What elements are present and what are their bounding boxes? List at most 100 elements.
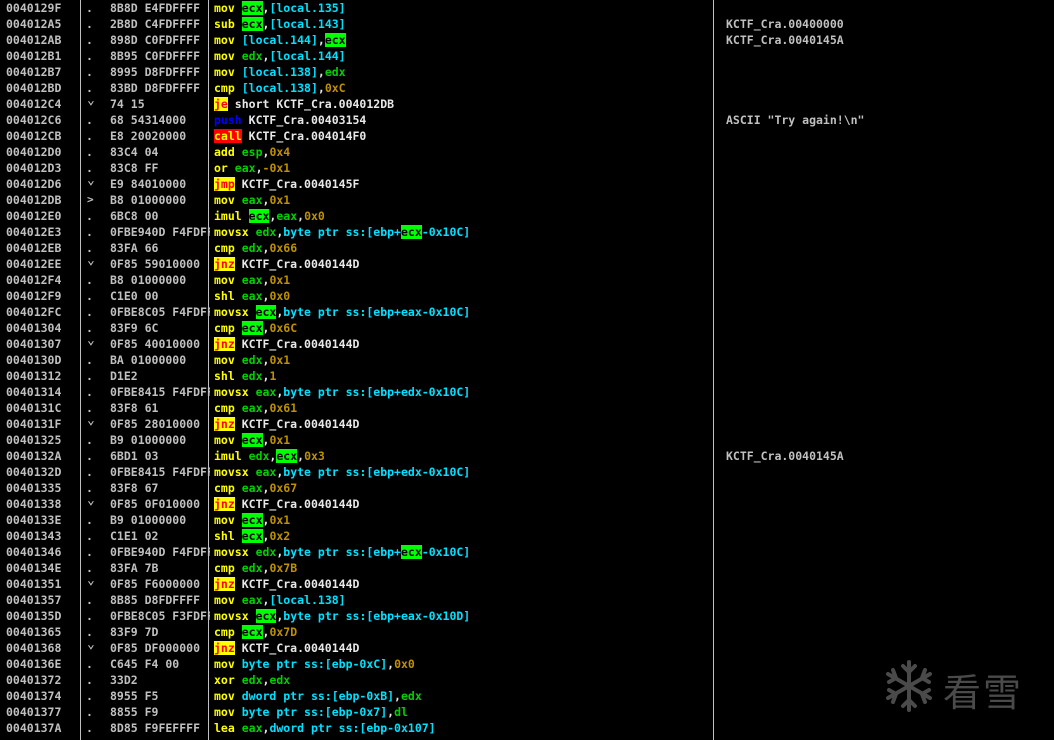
address-cell: 00401374 xyxy=(6,689,62,703)
instruction-cell: or eax,-0x1 xyxy=(214,160,290,176)
operand-space xyxy=(235,289,242,303)
mnemonic-cmp: cmp xyxy=(214,81,235,95)
disassembly-pane[interactable]: 0040129F. 8B8D E4FDFFFF mov ecx,[local.135… xyxy=(0,0,1054,740)
disassembly-row[interactable]: 004012D6 ⌄ E9 84010000 jmp KCTF_Cra.0040145… xyxy=(0,173,1054,192)
hex-bytes-cell: C645 F4 00 xyxy=(110,657,180,671)
comment-cell: KCTF_Cra.0040145A xyxy=(726,449,844,463)
address-cell: 0040134E xyxy=(6,561,62,575)
disassembly-row[interactable]: 004012E0. 6BC8 00 imul ecx,eax,0x0 xyxy=(0,208,1054,224)
operand-space xyxy=(235,81,242,95)
disassembly-row[interactable]: 0040131C. 83F8 61 cmp eax,0x61 xyxy=(0,400,1054,416)
hex-bytes-cell: C1E0 00 xyxy=(110,289,159,303)
address-cell: 00401357 xyxy=(6,593,62,607)
register-operand: eax xyxy=(234,161,256,175)
instruction-cell: movsx edx,byte ptr ss:[ebp+ecx-0x10C] xyxy=(214,544,470,560)
address-cell: 004012D0 xyxy=(6,145,62,159)
disassembly-row[interactable]: 0040130D. BA 01000000 mov edx,0x1 xyxy=(0,352,1054,368)
mnemonic-jnz: jnz xyxy=(214,577,235,591)
address-cell: 00401343 xyxy=(6,529,62,543)
disassembly-row[interactable]: 004012CB. E8 20020000 call KCTF_Cra.004014… xyxy=(0,128,1054,144)
disassembly-row[interactable]: 0040135D. 0FBE8C05 F3FDFFFF movsx ecx,byte… xyxy=(0,608,1054,624)
register-operand: eax xyxy=(241,273,263,287)
disassembly-row[interactable]: 004012A5. 2B8D C4FDFFFF sub ecx,[local.143… xyxy=(0,16,1054,32)
instruction-cell: shl eax,0x0 xyxy=(214,288,290,304)
instruction-cell: cmp eax,0x67 xyxy=(214,480,297,496)
address-cell: 00401335 xyxy=(6,481,62,495)
disassembly-row[interactable]: 00401335. 83F8 67 cmp eax,0x67 xyxy=(0,480,1054,496)
disassembly-row[interactable]: 004012F4. B8 01000000 mov eax,0x1 xyxy=(0,272,1054,288)
hex-bytes-cell: 0F85 40010000 xyxy=(110,337,201,351)
mnemonic-xor: xor xyxy=(214,673,235,687)
disassembly-row[interactable]: 00401307 ⌄ 0F85 40010000 jnz KCTF_Cra.00401… xyxy=(0,333,1054,352)
disassembly-row[interactable]: 00401325. B9 01000000 mov ecx,0x1 xyxy=(0,432,1054,448)
disassembly-row[interactable]: 004012D0. 83C4 04 add esp,0x4 xyxy=(0,144,1054,160)
instruction-cell: movsx eax,byte ptr ss:[ebp+edx-0x10C] xyxy=(214,464,470,480)
disassembly-row[interactable]: 00401338 ⌄ 0F85 0F010000 jnz KCTF_Cra.00401… xyxy=(0,493,1054,512)
mnemonic-imul: imul xyxy=(214,209,242,223)
row-marker: . xyxy=(86,289,93,303)
immediate-operand: 0x66 xyxy=(269,241,298,255)
jump-arrow-down-icon: ⌄ xyxy=(87,253,95,268)
disassembly-row[interactable]: 004012EE ⌄ 0F85 59010000 jnz KCTF_Cra.00401… xyxy=(0,253,1054,272)
mnemonic-mov: mov xyxy=(214,273,235,287)
disassembly-row[interactable]: 004012BD. 83BD D8FDFFFF cmp [local.138],0x… xyxy=(0,80,1054,96)
memory-operand: [local.144] xyxy=(241,33,318,47)
instruction-cell: imul ecx,eax,0x0 xyxy=(214,208,325,224)
mnemonic-jnz: jnz xyxy=(214,337,235,351)
address-cell: 00401372 xyxy=(6,673,62,687)
disassembly-row[interactable]: 004012EB. 83FA 66 cmp edx,0x66 xyxy=(0,240,1054,256)
hex-bytes-cell: 2B8D C4FDFFFF xyxy=(110,17,201,31)
disassembly-row[interactable]: 00401357. 8B85 D8FDFFFF mov eax,[local.138… xyxy=(0,592,1054,608)
hex-bytes-cell: 6BD1 03 xyxy=(110,449,159,463)
disassembly-row[interactable]: 0040133E. B9 01000000 mov ecx,0x1 xyxy=(0,512,1054,528)
disassembly-row[interactable]: 004012E3. 0FBE940D F4FDFFFF movsx edx,byte… xyxy=(0,224,1054,240)
operand-text: , xyxy=(317,65,325,79)
disassembly-row[interactable]: 004012B1. 8B95 C0FDFFFF mov edx,[local.144… xyxy=(0,48,1054,64)
disassembly-row[interactable]: 004012C6. 68 54314000 push KCTF_Cra.004031… xyxy=(0,112,1054,128)
disassembly-row[interactable]: 0040132D. 0FBE8415 F4FDFFFF movsx eax,byte… xyxy=(0,464,1054,480)
disassembly-row[interactable]: 00401312. D1E2 shl edx,1 xyxy=(0,368,1054,384)
disassembly-row[interactable]: 00401346. 0FBE940D F4FDFFFF movsx edx,byte… xyxy=(0,544,1054,560)
disassembly-row[interactable]: 004012DB > B8 01000000 mov eax,0x1 xyxy=(0,192,1054,208)
disassembly-row[interactable]: 004012B7. 8995 D8FDFFFF mov [local.138],ed… xyxy=(0,64,1054,80)
hex-bytes-cell: 83F9 6C xyxy=(110,321,159,335)
disassembly-row[interactable]: 004012C4 ⌄ 74 15 je short KCTF_Cra.004012DB xyxy=(0,93,1054,112)
disassembly-row[interactable]: 004012D3. 83C8 FF or eax,-0x1 xyxy=(0,160,1054,176)
disassembly-row[interactable]: 00401343. C1E1 02 shl ecx,0x2 xyxy=(0,528,1054,544)
instruction-cell: mov ecx,0x1 xyxy=(214,432,290,448)
register-operand: edx xyxy=(248,449,270,463)
disassembly-row[interactable]: 0040129F. 8B8D E4FDFFFF mov ecx,[local.135… xyxy=(0,0,1054,16)
disassembly-row[interactable]: 004012AB. 898D C0FDFFFF mov [local.144],ec… xyxy=(0,32,1054,48)
mnemonic-mov: mov xyxy=(214,193,235,207)
address-cell: 004012B1 xyxy=(6,49,62,63)
immediate-operand: 0x0 xyxy=(304,209,325,223)
hex-bytes-cell: 83C8 FF xyxy=(110,161,159,175)
immediate-operand: 0x7B xyxy=(269,561,298,575)
instruction-cell: cmp edx,0x7B xyxy=(214,560,297,576)
disassembly-row[interactable]: 0040137A. 8D85 F9FEFFFF lea eax,dword ptr … xyxy=(0,720,1054,736)
row-marker: . xyxy=(86,273,93,287)
disassembly-row[interactable]: 004012FC. 0FBE8C05 F4FDFFFF movsx ecx,byte… xyxy=(0,304,1054,320)
disassembly-row[interactable]: 00401365. 83F9 7D cmp ecx,0x7D xyxy=(0,624,1054,640)
disassembly-row[interactable]: 004012F9. C1E0 00 shl eax,0x0 xyxy=(0,288,1054,304)
address-cell: 004012E3 xyxy=(6,225,62,239)
row-marker: . xyxy=(86,657,93,671)
disassembly-row[interactable]: 0040132A. 6BD1 03 imul edx,ecx,0x3 KCTF_Cra… xyxy=(0,448,1054,464)
operand-space xyxy=(235,577,242,591)
mnemonic-mov: mov xyxy=(214,705,235,719)
operand-space xyxy=(235,17,242,31)
disassembly-row[interactable]: 00401351 ⌄ 0F85 F6000000 jnz KCTF_Cra.00401… xyxy=(0,573,1054,592)
disassembly-row[interactable]: 00401368 ⌄ 0F85 DF000000 jnz KCTF_Cra.00401… xyxy=(0,637,1054,656)
memory-operand: -0x10C] xyxy=(421,225,471,239)
address-cell: 004012B7 xyxy=(6,65,62,79)
disassembly-row[interactable]: 0040131F ⌄ 0F85 28010000 jnz KCTF_Cra.00401… xyxy=(0,413,1054,432)
operand-space xyxy=(242,113,249,127)
hex-bytes-cell: 0FBE8C05 F4FDFFFF xyxy=(110,305,210,319)
disassembly-row[interactable]: 00401304. 83F9 6C cmp ecx,0x6C xyxy=(0,320,1054,336)
disassembly-row[interactable]: 00401314. 0FBE8415 F4FDFFFF movsx eax,byte… xyxy=(0,384,1054,400)
instruction-cell: jnz KCTF_Cra.0040144D xyxy=(214,416,359,432)
disassembly-row[interactable]: 0040134E. 83FA 7B cmp edx,0x7B xyxy=(0,560,1054,576)
instruction-cell: mov edx,[local.144] xyxy=(214,48,346,64)
jump-arrow-down-icon: ⌄ xyxy=(87,413,95,428)
instruction-cell: shl edx,1 xyxy=(214,368,276,384)
